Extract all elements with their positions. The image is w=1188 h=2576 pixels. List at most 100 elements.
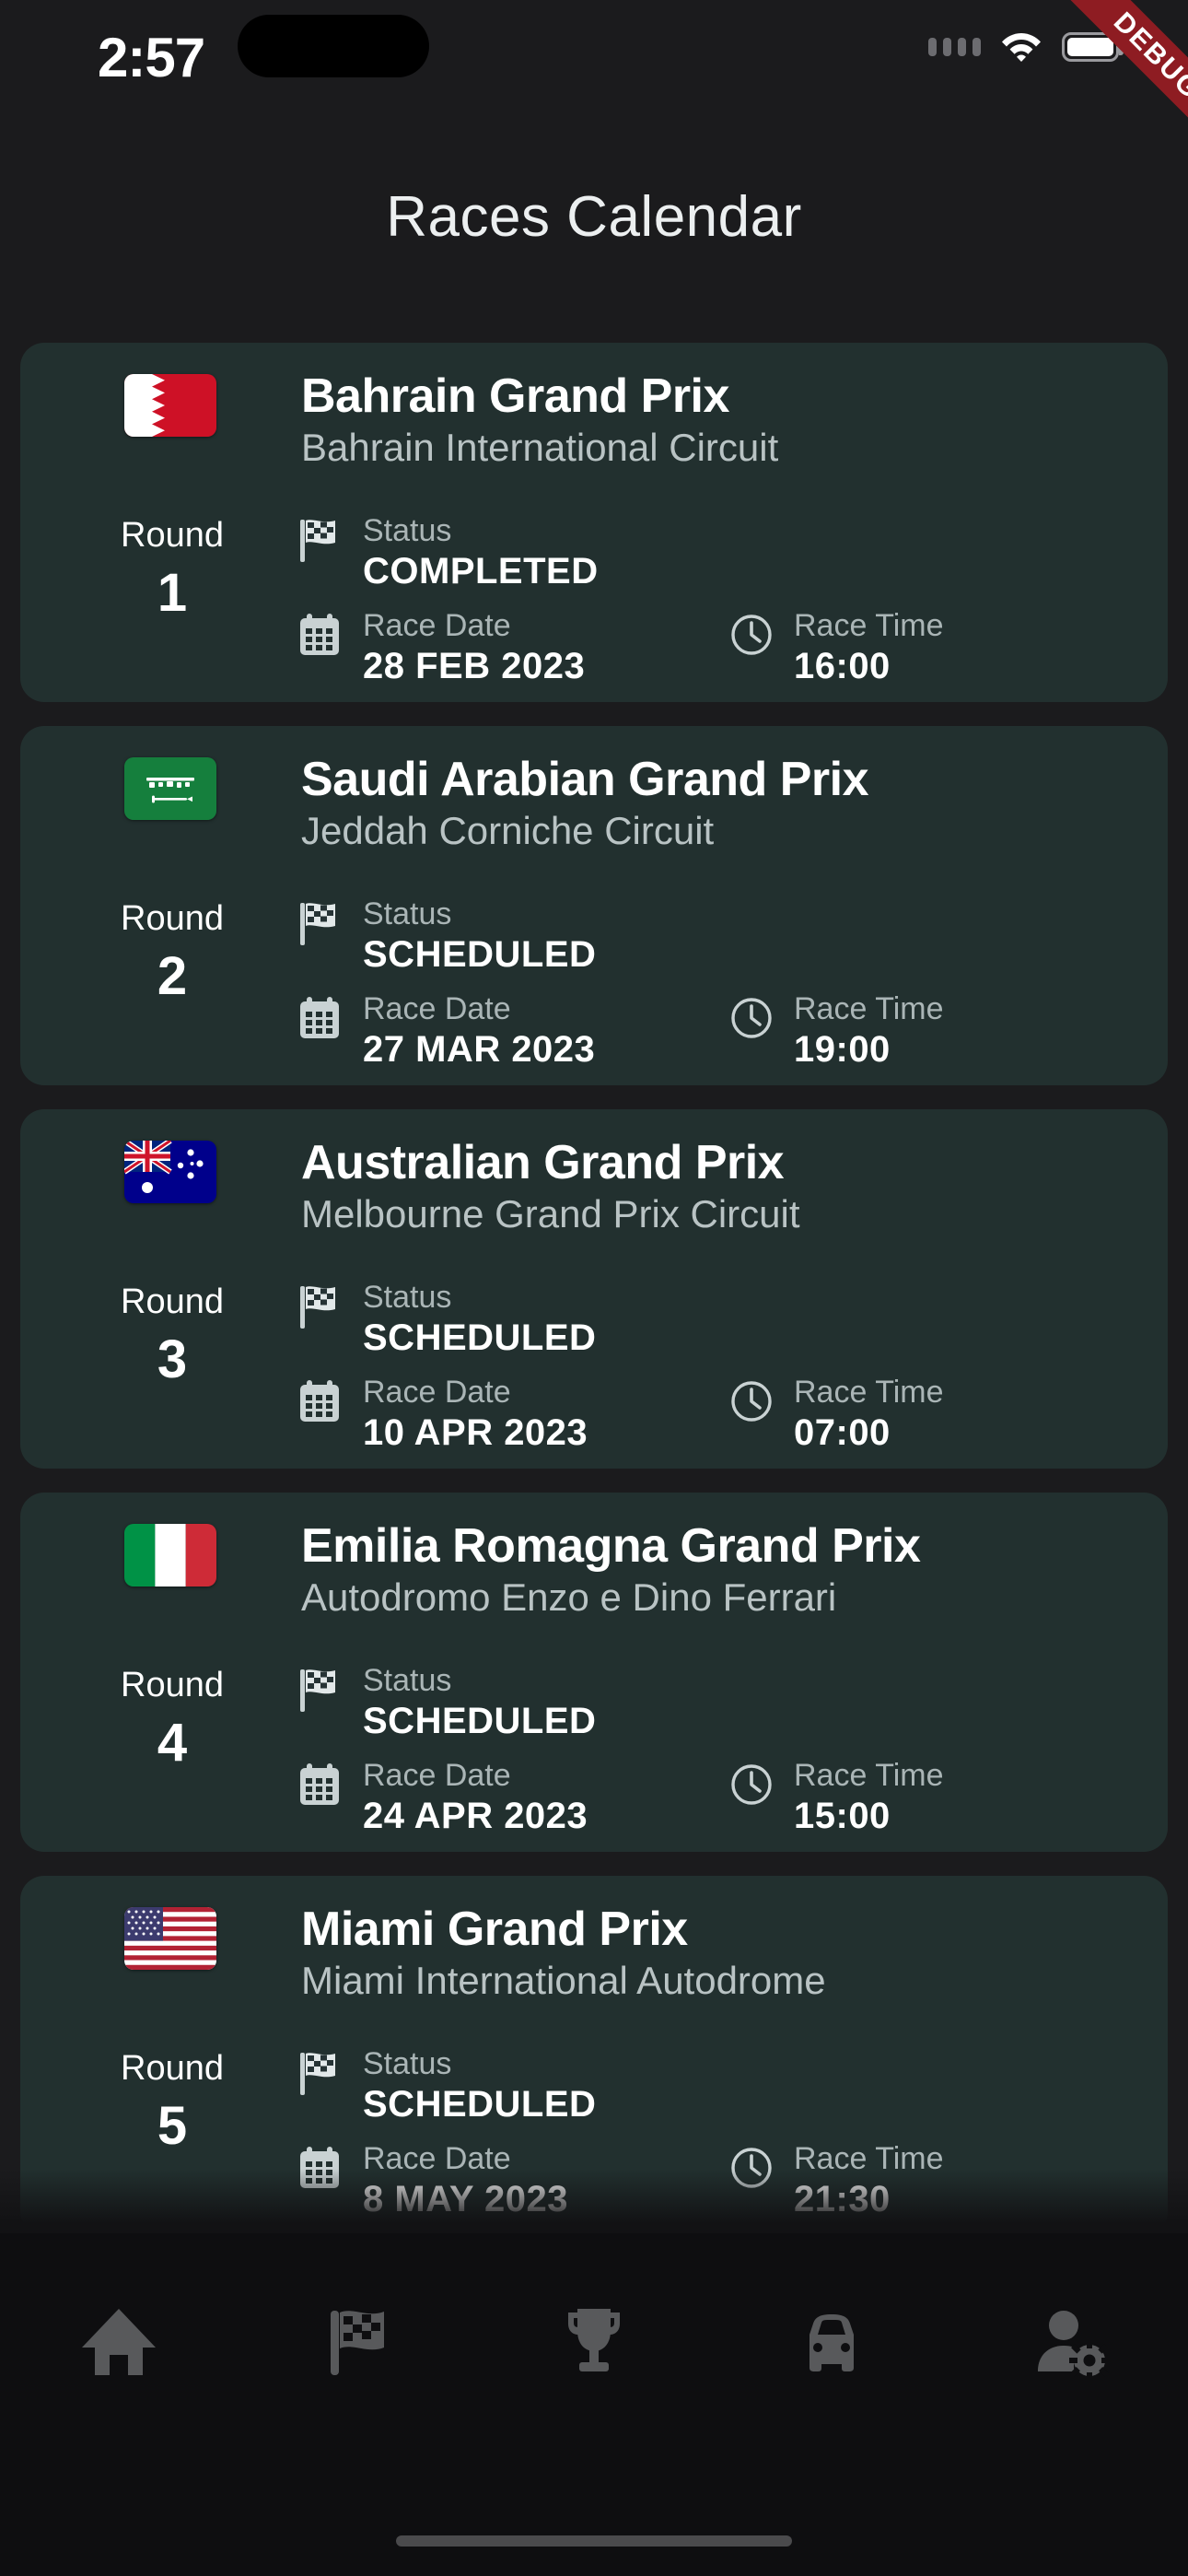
australia-flag <box>124 1141 216 1203</box>
race-card[interactable]: Round 2 Saudi Arabian Grand Prix Jeddah Cor… <box>20 726 1168 1085</box>
signal-dots-icon <box>928 38 981 56</box>
status-value: SCHEDULED <box>363 1701 597 1741</box>
race-date-info: Race Date 8 MAY 2023 <box>298 2140 568 2221</box>
status-label: Status <box>363 2046 452 2081</box>
home-icon <box>76 2300 161 2384</box>
race-name: Australian Grand Prix <box>301 1136 785 1189</box>
race-time-info: Race Time 21:30 <box>729 2140 944 2221</box>
status-label: Status <box>363 513 452 548</box>
race-date-label: Race Date <box>363 2141 511 2176</box>
round-number: 5 <box>157 2096 188 2156</box>
bahrain-flag <box>124 374 216 437</box>
race-card[interactable]: Round 5 Miami Grand Prix Miami Internationa… <box>20 1876 1168 2235</box>
round-label: Round <box>121 2049 224 2088</box>
race-card[interactable]: Round 1 Bahrain Grand Prix Bahrain Internat… <box>20 343 1168 702</box>
car-icon <box>789 2300 874 2384</box>
race-date-label: Race Date <box>363 608 511 643</box>
race-time-info: Race Time 15:00 <box>729 1757 944 1838</box>
checkered-flag-icon <box>314 2300 399 2384</box>
calendar-icon <box>298 1374 346 1427</box>
wifi-icon <box>1001 31 1042 63</box>
round-number: 4 <box>157 1713 188 1773</box>
status-bar: 2:57 <box>0 0 1188 147</box>
circuit-name: Autodromo Enzo e Dino Ferrari <box>301 1575 837 1619</box>
status-info: Status COMPLETED <box>298 512 599 593</box>
round-label: Round <box>121 1666 224 1704</box>
battery-icon <box>1062 32 1124 62</box>
italy-flag <box>124 1524 216 1587</box>
round-label: Round <box>121 516 224 555</box>
bottom-nav-item-home[interactable] <box>0 2277 238 2406</box>
circuit-name: Bahrain International Circuit <box>301 426 779 469</box>
race-date-value: 27 MAR 2023 <box>363 1029 596 1070</box>
race-date-info: Race Date 24 APR 2023 <box>298 1757 588 1838</box>
race-date-info: Race Date 10 APR 2023 <box>298 1374 588 1455</box>
checkered-flag-icon <box>298 1279 346 1332</box>
race-date-label: Race Date <box>363 1375 511 1410</box>
race-date-info: Race Date 27 MAR 2023 <box>298 990 595 1071</box>
race-card[interactable]: Round 3 Australian Grand Prix Melbourne Gra… <box>20 1109 1168 1469</box>
status-info: Status SCHEDULED <box>298 2045 596 2126</box>
race-name: Emilia Romagna Grand Prix <box>301 1519 921 1573</box>
checkered-flag-icon <box>298 896 346 949</box>
trophy-icon <box>552 2300 636 2384</box>
circuit-name: Miami International Autodrome <box>301 1959 826 2002</box>
clock-icon <box>729 990 777 1044</box>
race-time-value: 07:00 <box>794 1412 891 1453</box>
round-label: Round <box>121 1282 224 1321</box>
status-value: COMPLETED <box>363 551 599 591</box>
status-label: Status <box>363 1663 452 1698</box>
driver-settings-icon <box>1027 2300 1112 2384</box>
clock-icon <box>729 607 777 661</box>
race-time-value: 16:00 <box>794 646 891 686</box>
races-list[interactable]: Round 1 Bahrain Grand Prix Bahrain Internat… <box>0 343 1188 2241</box>
race-time-label: Race Time <box>794 608 944 643</box>
calendar-icon <box>298 1757 346 1810</box>
status-info: Status SCHEDULED <box>298 896 596 977</box>
race-time-info: Race Time 19:00 <box>729 990 944 1071</box>
round-label: Round <box>121 899 224 938</box>
race-name: Bahrain Grand Prix <box>301 369 729 423</box>
bottom-nav-item-standings[interactable] <box>475 2277 713 2406</box>
status-value: SCHEDULED <box>363 2084 597 2125</box>
race-date-value: 8 MAY 2023 <box>363 2179 568 2219</box>
race-time-label: Race Time <box>794 1375 944 1410</box>
race-date-value: 24 APR 2023 <box>363 1796 588 1836</box>
home-indicator <box>396 2535 792 2547</box>
united-states-flag <box>124 1907 216 1970</box>
race-time-info: Race Time 16:00 <box>729 607 944 688</box>
race-card[interactable]: Round 4 Emilia Romagna Grand Prix Autodromo… <box>20 1493 1168 1852</box>
bottom-nav-item-drivers[interactable] <box>950 2277 1188 2406</box>
bottom-nav-item-teams[interactable] <box>713 2277 950 2406</box>
race-date-value: 10 APR 2023 <box>363 1412 588 1453</box>
calendar-icon <box>298 2140 346 2194</box>
race-date-info: Race Date 28 FEB 2023 <box>298 607 585 688</box>
saudi-arabia-flag <box>124 757 216 820</box>
calendar-icon <box>298 607 346 661</box>
bottom-nav-items <box>0 2277 1188 2406</box>
circuit-name: Melbourne Grand Prix Circuit <box>301 1192 800 1235</box>
checkered-flag-icon <box>298 1662 346 1715</box>
status-info: Status SCHEDULED <box>298 1279 596 1360</box>
race-time-info: Race Time 07:00 <box>729 1374 944 1455</box>
race-time-label: Race Time <box>794 991 944 1026</box>
bottom-navigation-bar <box>0 2233 1188 2576</box>
clock-icon <box>729 1374 777 1427</box>
status-label: Status <box>363 1280 452 1315</box>
race-time-label: Race Time <box>794 2141 944 2176</box>
race-time-value: 19:00 <box>794 1029 891 1070</box>
round-number: 3 <box>157 1329 188 1389</box>
calendar-icon <box>298 990 346 1044</box>
race-date-label: Race Date <box>363 1758 511 1793</box>
bottom-nav-item-races[interactable] <box>238 2277 475 2406</box>
race-time-label: Race Time <box>794 1758 944 1793</box>
round-number: 1 <box>157 563 188 623</box>
checkered-flag-icon <box>298 2045 346 2099</box>
race-date-label: Race Date <box>363 991 511 1026</box>
race-name: Saudi Arabian Grand Prix <box>301 753 869 806</box>
race-date-value: 28 FEB 2023 <box>363 646 586 686</box>
race-time-value: 15:00 <box>794 1796 891 1836</box>
status-value: SCHEDULED <box>363 1317 597 1358</box>
circuit-name: Jeddah Corniche Circuit <box>301 809 715 852</box>
status-info: Status SCHEDULED <box>298 1662 596 1743</box>
